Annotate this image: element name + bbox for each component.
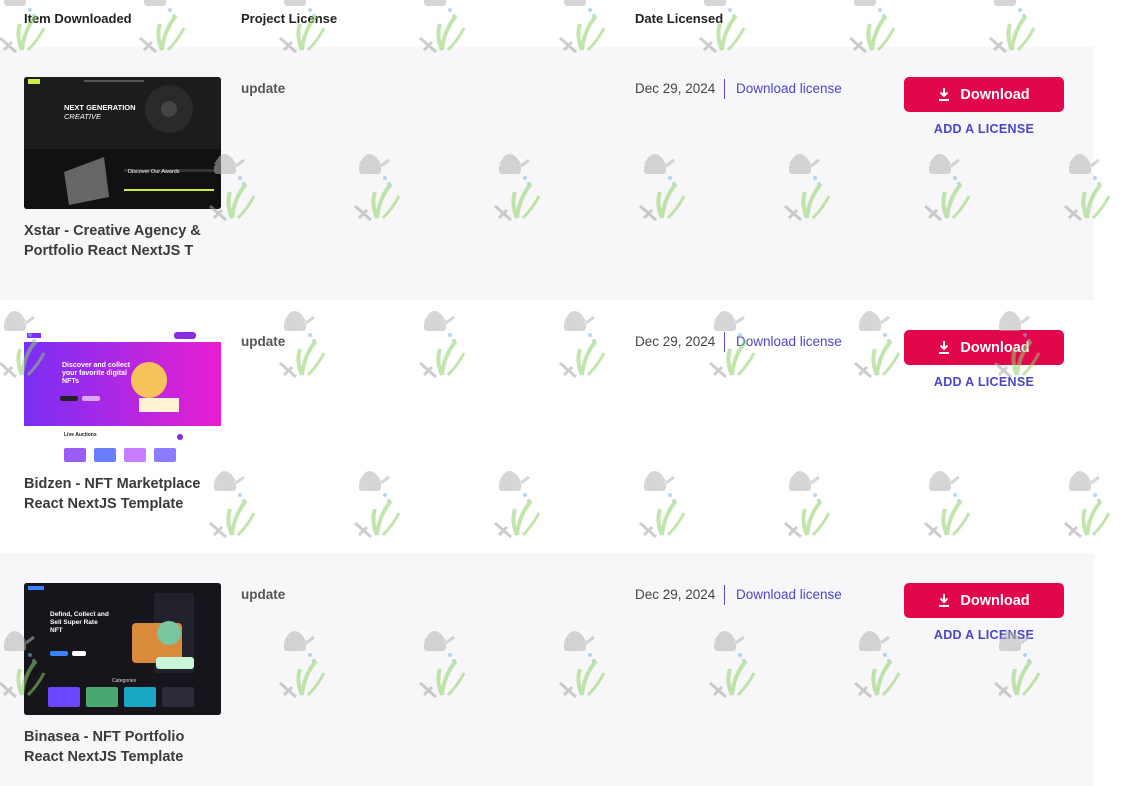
thumb-headline: NEXT GENERATION (64, 103, 136, 112)
thumb-caption: Live Auctions (64, 432, 97, 438)
column-header-license: Project License (241, 11, 338, 26)
table-row: Discover and collect your favorite digit… (0, 300, 1094, 553)
project-license: update (241, 81, 286, 96)
thumb-caption: Categories (112, 678, 137, 684)
download-license-link[interactable]: Download license (736, 334, 842, 349)
table-row: NEXT GENERATION CREATIVE Discover Our Aw… (0, 47, 1094, 300)
item-thumbnail[interactable]: NEXT GENERATION CREATIVE Discover Our Aw… (24, 77, 221, 209)
item-title[interactable]: Binasea - NFT Portfolio React NextJS Tem… (24, 727, 224, 767)
table-header: Item Downloaded Project License Date Lic… (0, 0, 1094, 47)
download-button[interactable]: Download (904, 583, 1064, 618)
item-title[interactable]: Xstar - Creative Agency & Portfolio Reac… (24, 221, 224, 261)
download-button[interactable]: Download (904, 330, 1064, 365)
page-margin (1094, 0, 1139, 786)
column-header-item: Item Downloaded (24, 11, 132, 26)
item-title[interactable]: Bidzen - NFT Marketplace React NextJS Te… (24, 474, 224, 514)
add-license-link[interactable]: ADD A LICENSE (904, 628, 1064, 642)
download-icon (939, 88, 950, 101)
thumb-caption: Discover Our Awards (128, 169, 180, 175)
download-license-link[interactable]: Download license (736, 587, 842, 602)
separator (724, 79, 725, 99)
table-row: Defind, Collect and Sell Super Rate NFT … (0, 553, 1094, 786)
download-license-link[interactable]: Download license (736, 81, 842, 96)
thumb-headline: Discover and collect your favorite digit… (62, 362, 131, 385)
column-header-date: Date Licensed (635, 11, 724, 26)
date-licensed: Dec 29, 2024 (635, 81, 716, 96)
download-button-label: Download (960, 339, 1030, 356)
thumb-subline: CREATIVE (64, 112, 101, 121)
project-license: update (241, 587, 286, 602)
project-license: update (241, 334, 286, 349)
item-thumbnail[interactable]: Discover and collect your favorite digit… (24, 330, 221, 462)
date-licensed: Dec 29, 2024 (635, 587, 716, 602)
download-icon (939, 341, 950, 354)
item-thumbnail[interactable]: Defind, Collect and Sell Super Rate NFT … (24, 583, 221, 715)
download-button[interactable]: Download (904, 77, 1064, 112)
separator (724, 585, 725, 605)
download-icon (939, 594, 950, 607)
download-button-label: Download (960, 592, 1030, 609)
separator (724, 332, 725, 352)
add-license-link[interactable]: ADD A LICENSE (904, 122, 1064, 136)
download-button-label: Download (960, 86, 1030, 103)
add-license-link[interactable]: ADD A LICENSE (904, 375, 1064, 389)
thumb-headline: Defind, Collect and Sell Super Rate NFT (50, 611, 109, 634)
date-licensed: Dec 29, 2024 (635, 334, 716, 349)
